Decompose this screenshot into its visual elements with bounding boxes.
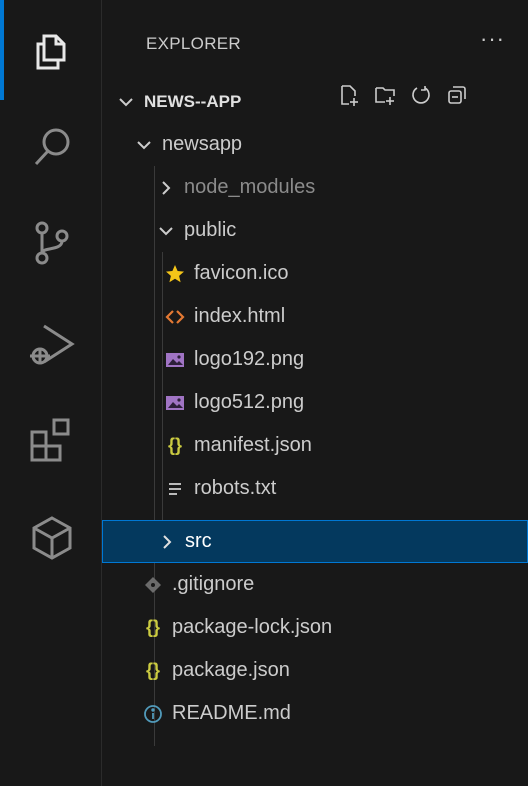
root-folder-label: NEWS--APP bbox=[144, 91, 242, 111]
chevron-right-icon bbox=[157, 532, 177, 552]
remote-explorer-icon[interactable] bbox=[26, 512, 78, 564]
explorer-icon[interactable] bbox=[26, 24, 78, 76]
extensions-icon[interactable] bbox=[26, 414, 78, 466]
tree-item-label: favicon.ico bbox=[194, 262, 289, 284]
tree-item-label: robots.txt bbox=[194, 477, 277, 499]
star-icon bbox=[164, 263, 186, 284]
tree-folder-newsapp[interactable]: newsapp bbox=[102, 123, 528, 166]
tree-item-label: logo192.png bbox=[194, 348, 305, 370]
tree-file-logo512[interactable]: logo512.png bbox=[102, 381, 528, 424]
tree-file-robots[interactable]: robots.txt bbox=[102, 467, 528, 510]
source-control-icon[interactable] bbox=[26, 216, 78, 268]
chevron-down-icon bbox=[134, 135, 154, 155]
tree-item-label: node_modules bbox=[184, 176, 316, 198]
active-indicator bbox=[0, 0, 4, 100]
chevron-right-icon bbox=[156, 178, 176, 198]
tree-file-manifest[interactable]: {} manifest.json bbox=[102, 424, 528, 467]
tree-item-label: newsapp bbox=[162, 133, 243, 155]
tree-file-favicon[interactable]: favicon.ico bbox=[102, 252, 528, 295]
tree-file-package-json[interactable]: {} package.json bbox=[102, 649, 528, 692]
tree-item-label: public bbox=[184, 219, 237, 241]
json-file-icon: {} bbox=[145, 660, 160, 680]
tree-file-logo192[interactable]: logo192.png bbox=[102, 338, 528, 381]
tree-file-package-lock[interactable]: {} package-lock.json bbox=[102, 606, 528, 649]
text-file-icon bbox=[164, 478, 186, 499]
explorer-title: EXPLORER bbox=[146, 34, 241, 53]
image-file-icon bbox=[164, 392, 186, 413]
tree-item-label: .gitignore bbox=[172, 573, 255, 595]
explorer-toolbar bbox=[338, 84, 468, 106]
tree-file-readme[interactable]: README.md bbox=[102, 692, 528, 735]
collapse-all-icon[interactable] bbox=[446, 84, 468, 106]
tree-folder-node-modules[interactable]: node_modules bbox=[102, 166, 528, 209]
activity-bar bbox=[0, 0, 102, 786]
json-file-icon: {} bbox=[145, 617, 160, 637]
run-debug-icon[interactable] bbox=[26, 318, 78, 370]
more-actions-button[interactable]: ··· bbox=[480, 26, 505, 52]
refresh-icon[interactable] bbox=[410, 84, 432, 106]
image-file-icon bbox=[164, 349, 186, 370]
tree-file-index-html[interactable]: index.html bbox=[102, 295, 528, 338]
tree-folder-src[interactable]: src bbox=[102, 520, 528, 563]
new-folder-icon[interactable] bbox=[374, 84, 396, 106]
tree-item-label: README.md bbox=[172, 702, 291, 724]
chevron-down-icon bbox=[156, 221, 176, 241]
search-icon[interactable] bbox=[26, 122, 78, 174]
tree-item-label: index.html bbox=[194, 305, 286, 327]
explorer-sidebar: EXPLORER ··· NEWS--APP newsapp node_modu… bbox=[102, 0, 528, 786]
tree-item-label: manifest.json bbox=[194, 434, 312, 456]
chevron-down-icon bbox=[116, 92, 136, 112]
tree-folder-public[interactable]: public bbox=[102, 209, 528, 252]
new-file-icon[interactable] bbox=[338, 84, 360, 106]
tree-item-label: package-lock.json bbox=[172, 616, 333, 638]
html-file-icon bbox=[164, 306, 186, 327]
tree-item-label: src bbox=[185, 530, 212, 552]
info-icon bbox=[142, 703, 164, 724]
tree-file-gitignore[interactable]: .gitignore bbox=[102, 563, 528, 606]
json-file-icon: {} bbox=[167, 435, 182, 455]
tree-item-label: logo512.png bbox=[194, 391, 305, 413]
git-file-icon bbox=[142, 574, 164, 595]
tree-item-label: package.json bbox=[172, 659, 290, 681]
